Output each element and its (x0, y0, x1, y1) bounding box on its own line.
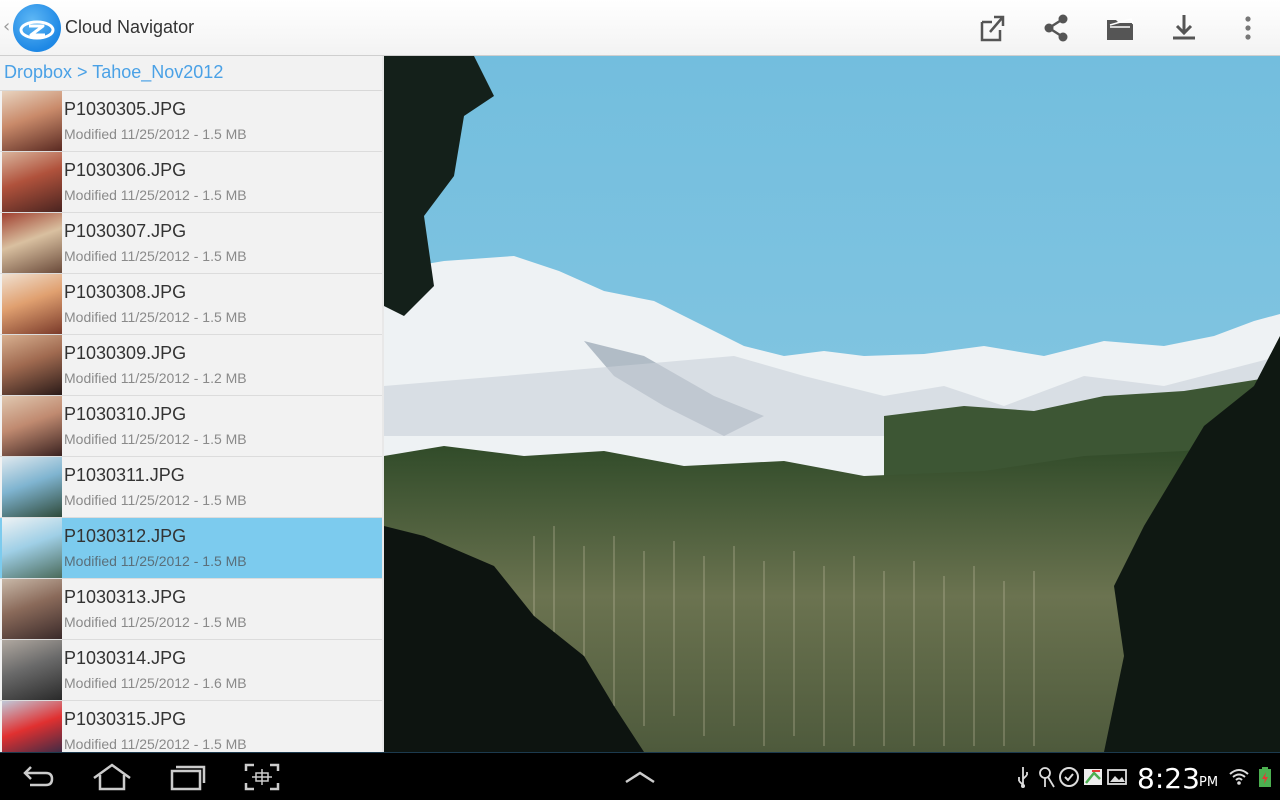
file-meta: Modified 11/25/2012 - 1.5 MB (64, 309, 247, 325)
file-name: P1030313.JPG (64, 587, 187, 607)
home-icon[interactable] (90, 761, 134, 793)
file-meta: Modified 11/25/2012 - 1.5 MB (64, 614, 247, 630)
file-meta: Modified 11/25/2012 - 1.5 MB (64, 248, 247, 264)
file-list-item[interactable]: P1030309.JPG Modified 11/25/2012 - 1.2 MB (0, 335, 382, 396)
file-thumbnail (2, 396, 62, 456)
file-thumbnail (2, 640, 62, 700)
open-external-icon[interactable] (972, 8, 1012, 48)
file-list-item[interactable]: P1030315.JPG Modified 11/25/2012 - 1.5 MB (0, 701, 382, 752)
file-list-pane: Dropbox > Tahoe_Nov2012 P1030305.JPG Modi… (0, 56, 384, 752)
file-list-item[interactable]: P1030308.JPG Modified 11/25/2012 - 1.5 MB (0, 274, 382, 335)
file-name: P1030306.JPG (64, 160, 187, 180)
file-list-item[interactable]: P1030314.JPG Modified 11/25/2012 - 1.6 MB (0, 640, 382, 701)
file-thumbnail (2, 152, 62, 212)
file-list: P1030305.JPG Modified 11/25/2012 - 1.5 MB… (0, 91, 382, 752)
file-thumbnail (2, 213, 62, 273)
file-thumbnail (2, 701, 62, 752)
recent-apps-icon[interactable] (166, 761, 210, 793)
photo-preview (384, 56, 1280, 752)
app-logo-icon (13, 4, 61, 52)
file-meta: Modified 11/25/2012 - 1.5 MB (64, 553, 247, 569)
file-list-item[interactable]: P1030305.JPG Modified 11/25/2012 - 1.5 MB (0, 91, 382, 152)
file-list-item[interactable]: P1030310.JPG Modified 11/25/2012 - 1.5 MB (0, 396, 382, 457)
file-list-item[interactable]: P1030311.JPG Modified 11/25/2012 - 1.5 MB (0, 457, 382, 518)
home-up-button[interactable]: ‹ (0, 0, 62, 56)
file-thumbnail (2, 518, 62, 578)
photo-viewer[interactable] (384, 56, 1280, 752)
gallery-icon (1106, 765, 1128, 789)
file-meta: Modified 11/25/2012 - 1.5 MB (64, 126, 247, 142)
file-list-item[interactable]: P1030312.JPG Modified 11/25/2012 - 1.5 MB (0, 518, 382, 579)
file-meta: Modified 11/25/2012 - 1.5 MB (64, 492, 247, 508)
clock-time: 8:23 (1137, 762, 1200, 795)
file-meta: Modified 11/25/2012 - 1.5 MB (64, 736, 247, 752)
file-name: P1030307.JPG (64, 221, 187, 241)
file-meta: Modified 11/25/2012 - 1.5 MB (64, 431, 247, 447)
open-folder-icon[interactable] (1100, 8, 1140, 48)
wifi-icon (1228, 765, 1250, 789)
file-thumbnail (2, 457, 62, 517)
share-icon[interactable] (1036, 8, 1076, 48)
up-caret-icon: ‹ (3, 16, 11, 37)
file-meta: Modified 11/25/2012 - 1.2 MB (64, 370, 247, 386)
action-bar: ‹ Cloud Navigator (0, 0, 1280, 56)
file-name: P1030310.JPG (64, 404, 187, 424)
usb-icon (1012, 765, 1034, 789)
file-list-item[interactable]: P1030313.JPG Modified 11/25/2012 - 1.5 MB (0, 579, 382, 640)
maps-icon (1082, 765, 1104, 789)
system-nav-bar: 8:23 PM (0, 752, 1280, 800)
download-icon[interactable] (1164, 8, 1204, 48)
file-list-item[interactable]: P1030307.JPG Modified 11/25/2012 - 1.5 MB (0, 213, 382, 274)
file-thumbnail (2, 335, 62, 395)
file-name: P1030312.JPG (64, 526, 187, 546)
file-name: P1030305.JPG (64, 99, 187, 119)
app-title: Cloud Navigator (65, 17, 195, 37)
clock-ampm: PM (1199, 775, 1219, 790)
file-name: P1030315.JPG (64, 709, 187, 729)
battery-icon (1254, 765, 1276, 789)
file-thumbnail (2, 274, 62, 334)
file-meta: Modified 11/25/2012 - 1.5 MB (64, 187, 247, 203)
breadcrumb[interactable]: Dropbox > Tahoe_Nov2012 (0, 56, 384, 91)
back-icon[interactable] (16, 761, 60, 793)
debug-icon (1036, 765, 1058, 789)
file-thumbnail (2, 91, 62, 151)
chevron-up-icon[interactable] (618, 761, 662, 793)
screenshot-icon[interactable] (240, 761, 284, 793)
file-name: P1030308.JPG (64, 282, 187, 302)
file-name: P1030309.JPG (64, 343, 187, 363)
overflow-menu-icon[interactable] (1228, 8, 1268, 48)
file-meta: Modified 11/25/2012 - 1.6 MB (64, 675, 247, 691)
file-name: P1030314.JPG (64, 648, 187, 668)
sync-icon (1058, 765, 1080, 789)
file-name: P1030311.JPG (64, 465, 185, 485)
file-thumbnail (2, 579, 62, 639)
file-list-item[interactable]: P1030306.JPG Modified 11/25/2012 - 1.5 MB (0, 152, 382, 213)
